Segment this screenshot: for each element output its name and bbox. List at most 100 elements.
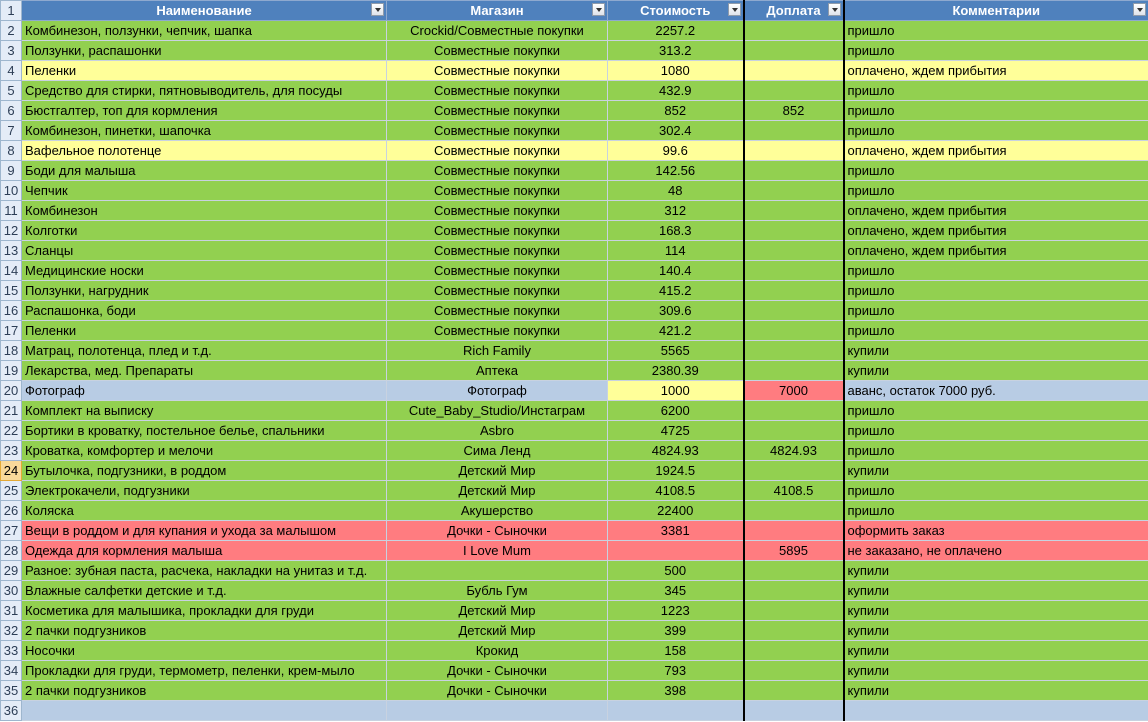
cell-shop[interactable]: I Love Mum — [386, 540, 608, 561]
cell-name[interactable]: Ползунки, нагрудник — [21, 280, 387, 301]
cell-name[interactable]: Косметика для малышика, прокладки для гр… — [21, 600, 387, 621]
cell-shop[interactable]: Cute_Baby_Studio/Инстаграм — [386, 400, 608, 421]
cell-shop[interactable]: Бубль Гум — [386, 580, 608, 601]
cell-shop[interactable]: Совместные покупки — [386, 300, 608, 321]
cell-cost[interactable]: 2257.2 — [607, 20, 744, 41]
cell-comment[interactable]: пришло — [843, 420, 1148, 441]
cell-cost[interactable]: 142.56 — [607, 160, 744, 181]
cell-comment[interactable]: купили — [843, 600, 1148, 621]
row-number[interactable]: 5 — [0, 80, 22, 101]
cell-comment[interactable]: пришло — [843, 260, 1148, 281]
cell-extra[interactable]: 7000 — [742, 380, 845, 401]
cell-cost[interactable]: 114 — [607, 240, 744, 261]
cell-name[interactable]: Чепчик — [21, 180, 387, 201]
cell-comment[interactable]: оплачено, ждем прибытия — [843, 220, 1148, 241]
row-number[interactable]: 6 — [0, 100, 22, 121]
row-number[interactable]: 25 — [0, 480, 22, 501]
cell-name[interactable]: Средство для стирки, пятновыводитель, дл… — [21, 80, 387, 101]
cell-cost[interactable] — [607, 540, 744, 561]
cell-extra[interactable] — [742, 260, 845, 281]
cell-comment[interactable]: не заказано, не оплачено — [843, 540, 1148, 561]
cell-shop[interactable]: Фотограф — [386, 380, 608, 401]
cell-name[interactable]: Медицинские носки — [21, 260, 387, 281]
row-number[interactable]: 10 — [0, 180, 22, 201]
cell-comment[interactable]: оплачено, ждем прибытия — [843, 140, 1148, 161]
cell-comment[interactable]: купили — [843, 640, 1148, 661]
cell-comment[interactable]: купили — [843, 360, 1148, 381]
filter-dropdown-icon[interactable] — [1133, 3, 1146, 16]
cell-name[interactable]: Электрокачели, подгузники — [21, 480, 387, 501]
cell-cost[interactable]: 312 — [607, 200, 744, 221]
cell-comment[interactable]: пришло — [843, 120, 1148, 141]
cell-cost[interactable]: 313.2 — [607, 40, 744, 61]
cell-comment[interactable]: пришло — [843, 20, 1148, 41]
row-number[interactable]: 9 — [0, 160, 22, 181]
cell-extra[interactable] — [742, 160, 845, 181]
row-number[interactable]: 14 — [0, 260, 22, 281]
cell-name[interactable]: Лекарства, мед. Препараты — [21, 360, 387, 381]
cell-shop[interactable]: Детский Мир — [386, 620, 608, 641]
row-number[interactable]: 8 — [0, 140, 22, 161]
cell-shop[interactable]: Crockid/Совместные покупки — [386, 20, 608, 41]
cell-shop[interactable]: Детский Мир — [386, 460, 608, 481]
row-number[interactable]: 23 — [0, 440, 22, 461]
cell-comment[interactable]: пришло — [843, 100, 1148, 121]
cell-shop[interactable]: Детский Мир — [386, 480, 608, 501]
cell-cost[interactable]: 158 — [607, 640, 744, 661]
row-number[interactable]: 1 — [0, 0, 22, 21]
cell-comment[interactable] — [843, 700, 1148, 721]
cell-cost[interactable]: 168.3 — [607, 220, 744, 241]
cell-shop[interactable]: Rich Family — [386, 340, 608, 361]
row-number[interactable]: 32 — [0, 620, 22, 641]
cell-cost[interactable]: 5565 — [607, 340, 744, 361]
cell-shop[interactable]: Дочки - Сыночки — [386, 680, 608, 701]
row-number[interactable]: 29 — [0, 560, 22, 581]
cell-extra[interactable]: 4108.5 — [742, 480, 845, 501]
cell-cost[interactable]: 309.6 — [607, 300, 744, 321]
cell-name[interactable]: 2 пачки подгузников — [21, 620, 387, 641]
row-number[interactable]: 26 — [0, 500, 22, 521]
cell-comment[interactable]: пришло — [843, 480, 1148, 501]
cell-cost[interactable]: 4108.5 — [607, 480, 744, 501]
row-number[interactable]: 4 — [0, 60, 22, 81]
cell-name[interactable]: Бюстгалтер, топ для кормления — [21, 100, 387, 121]
row-number[interactable]: 17 — [0, 320, 22, 341]
cell-name[interactable]: Прокладки для груди, термометр, пеленки,… — [21, 660, 387, 681]
row-number[interactable]: 19 — [0, 360, 22, 381]
cell-comment[interactable]: пришло — [843, 180, 1148, 201]
cell-cost[interactable]: 48 — [607, 180, 744, 201]
cell-name[interactable]: Бутылочка, подгузники, в роддом — [21, 460, 387, 481]
cell-extra[interactable] — [742, 80, 845, 101]
cell-shop[interactable]: Акушерство — [386, 500, 608, 521]
cell-shop[interactable]: Дочки - Сыночки — [386, 660, 608, 681]
cell-shop[interactable]: Детский Мир — [386, 600, 608, 621]
cell-name[interactable]: Носочки — [21, 640, 387, 661]
cell-extra[interactable] — [742, 320, 845, 341]
cell-name[interactable]: Одежда для кормления малыша — [21, 540, 387, 561]
row-number[interactable]: 35 — [0, 680, 22, 701]
cell-shop[interactable] — [386, 700, 608, 721]
cell-comment[interactable]: пришло — [843, 400, 1148, 421]
cell-shop[interactable]: Asbro — [386, 420, 608, 441]
row-number[interactable]: 12 — [0, 220, 22, 241]
cell-extra[interactable] — [742, 280, 845, 301]
cell-shop[interactable]: Аптека — [386, 360, 608, 381]
cell-extra[interactable] — [742, 180, 845, 201]
cell-shop[interactable]: Совместные покупки — [386, 240, 608, 261]
cell-shop[interactable]: Совместные покупки — [386, 320, 608, 341]
cell-cost[interactable] — [607, 700, 744, 721]
cell-comment[interactable]: пришло — [843, 440, 1148, 461]
cell-extra[interactable] — [742, 500, 845, 521]
cell-cost[interactable]: 345 — [607, 580, 744, 601]
cell-comment[interactable]: оплачено, ждем прибытия — [843, 240, 1148, 261]
cell-comment[interactable]: купили — [843, 460, 1148, 481]
cell-extra[interactable] — [742, 620, 845, 641]
cell-extra[interactable] — [742, 140, 845, 161]
cell-extra[interactable]: 5895 — [742, 540, 845, 561]
cell-cost[interactable]: 140.4 — [607, 260, 744, 281]
cell-cost[interactable]: 415.2 — [607, 280, 744, 301]
cell-comment[interactable]: купили — [843, 660, 1148, 681]
cell-shop[interactable]: Совместные покупки — [386, 140, 608, 161]
cell-name[interactable]: Влажные салфетки детские и т.д. — [21, 580, 387, 601]
row-number[interactable]: 3 — [0, 40, 22, 61]
